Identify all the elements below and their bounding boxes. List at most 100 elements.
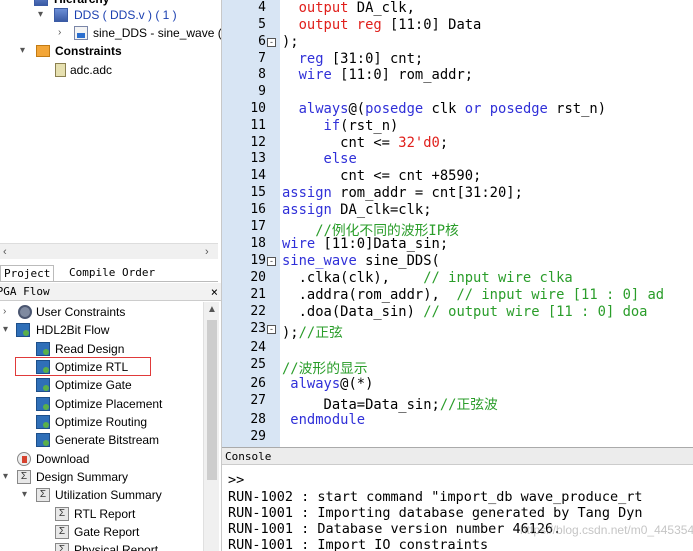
line-number: 28 (250, 412, 266, 427)
code-line-10: always@(posedge clk or posedge rst_n) (282, 101, 607, 117)
flow-item-download[interactable]: Download (0, 450, 200, 468)
flow-item-optimize-routing[interactable]: Optimize Routing (0, 413, 200, 431)
line-number: 11 (250, 118, 266, 133)
flow-step-icon (36, 397, 50, 411)
tree-item-constraints[interactable]: ▾ Constraints (0, 42, 218, 60)
chevron-right-icon[interactable]: › (58, 24, 68, 42)
flow-item-read-design[interactable]: Read Design (0, 340, 200, 358)
project-tabs: Project Compile Order (0, 262, 218, 282)
line-number: 15 (250, 185, 266, 200)
console-panel[interactable]: Console >> RUN-1002 : start command "imp… (222, 447, 693, 551)
chevron-down-icon[interactable]: ▾ (22, 486, 32, 504)
fold-collapse-icon[interactable]: - (267, 325, 276, 334)
flow-item-label: Optimize Placement (55, 397, 163, 411)
verilog-file-icon (74, 26, 88, 40)
line-number: 5 (258, 17, 266, 32)
scroll-right-icon[interactable]: › (205, 244, 209, 260)
code-line-15: assign rom_addr = cnt[31:20]; (282, 185, 523, 201)
flow-step-icon (36, 433, 50, 447)
chevron-down-icon[interactable]: ▾ (3, 468, 13, 486)
line-number: 21 (250, 287, 266, 302)
tab-project[interactable]: Project (0, 265, 55, 281)
flow-item-physical-report[interactable]: Σ Physical Report (0, 541, 200, 551)
code-line-12: cnt <= 32'd0; (282, 135, 449, 151)
flow-item-rtl-report[interactable]: Σ RTL Report (0, 505, 200, 523)
left-panel: Hierarchy ▾ DDS ( DDS.v ) ( 1 ) › sine_D… (0, 0, 222, 551)
line-number: 16 (250, 202, 266, 217)
fold-collapse-icon[interactable]: - (267, 38, 276, 47)
code-line-27: Data=Data_sin;//正弦波 (282, 397, 498, 413)
code-line-25: //波形的显示 (282, 361, 368, 377)
tree-label: sine_DDS - sine_wave ( (93, 26, 222, 40)
tree-horizontal-scrollbar[interactable]: ‹ › (0, 243, 218, 259)
flow-item-utilization-summary[interactable]: ▾ Σ Utilization Summary (0, 486, 200, 504)
tab-compile-order[interactable]: Compile Order (66, 265, 158, 281)
flow-item-design-summary[interactable]: ▾ Σ Design Summary (0, 468, 200, 486)
code-line-6: ); (282, 34, 299, 50)
line-number: 18 (250, 236, 266, 251)
scroll-left-icon[interactable]: ‹ (3, 244, 7, 260)
report-icon: Σ (55, 525, 69, 539)
chevron-down-icon[interactable]: ▾ (38, 6, 48, 24)
tree-label: Constraints (55, 44, 122, 58)
console-line: RUN-1001 : Import IO constraints (228, 537, 489, 551)
scrollbar-thumb[interactable] (207, 320, 217, 480)
flow-item-gate-report[interactable]: Σ Gate Report (0, 523, 200, 541)
chevron-down-icon[interactable]: ▾ (3, 321, 13, 339)
code-editor[interactable]: 4 5 6 7 8 9 10 11 12 13 14 15 16 17 18 1… (222, 0, 693, 447)
line-number: 24 (250, 340, 266, 355)
code-line-22: .doa(Data_sin) // output wire [11 : 0] d… (282, 304, 648, 320)
highlight-box (15, 357, 151, 376)
chevron-down-icon[interactable]: ▾ (20, 42, 30, 60)
flow-item-label: Design Summary (36, 470, 129, 484)
line-number: 20 (250, 270, 266, 285)
code-line-18: wire [11:0]Data_sin; (282, 236, 449, 252)
line-number: 25 (250, 357, 266, 372)
flow-item-optimize-placement[interactable]: Optimize Placement (0, 395, 200, 413)
flow-item-label: Physical Report (74, 543, 159, 551)
flow-step-icon (36, 415, 50, 429)
flow-item-optimize-gate[interactable]: Optimize Gate (0, 376, 200, 394)
flow-vertical-scrollbar[interactable]: ▲ (203, 302, 219, 551)
line-number: 22 (250, 304, 266, 319)
download-icon (17, 452, 31, 466)
flow-item-label: HDL2Bit Flow (36, 323, 110, 337)
code-line-14: cnt <= cnt +8590; (282, 168, 482, 184)
console-line: RUN-1002 : start command "import_db wave… (228, 489, 643, 505)
flow-item-hdl2bit[interactable]: ▾ HDL2Bit Flow (0, 321, 200, 339)
chevron-right-icon[interactable]: › (3, 303, 13, 321)
code-line-8: wire [11:0] rom_addr; (282, 67, 474, 83)
scroll-up-icon[interactable]: ▲ (207, 304, 217, 315)
line-number: 10 (250, 101, 266, 116)
constraint-file-icon (55, 63, 66, 77)
fold-collapse-icon[interactable]: - (267, 257, 276, 266)
line-number: 9 (258, 84, 266, 99)
flow-icon (16, 323, 30, 337)
module-icon (54, 8, 68, 22)
line-number: 7 (258, 51, 266, 66)
tree-item-dds-module[interactable]: ▾ DDS ( DDS.v ) ( 1 ) (0, 6, 218, 24)
flow-item-generate-bitstream[interactable]: Generate Bitstream (0, 431, 200, 449)
watermark: https://blog.csdn.net/m0_44535413 (520, 523, 693, 537)
line-number: 17 (250, 219, 266, 234)
tree-item-sine-instance[interactable]: › sine_DDS - sine_wave ( (0, 24, 221, 42)
code-line-26: always@(*) (282, 376, 374, 392)
code-line-16: assign DA_clk=clk; (282, 202, 432, 218)
tree-item-adc[interactable]: adc.adc (0, 61, 218, 79)
code-line-5: output reg [11:0] Data (282, 17, 482, 33)
fpga-flow-header: FPGA Flow × (0, 283, 221, 301)
code-line-21: .addra(rom_addr), // input wire [11 : 0]… (282, 287, 665, 303)
code-line-20: .clka(clk), // input wire clka (282, 270, 573, 286)
console-line: RUN-1001 : Importing database generated … (228, 505, 643, 521)
line-number: 27 (250, 393, 266, 408)
close-icon[interactable]: × (211, 283, 218, 301)
flow-panel-title: FPGA Flow (0, 285, 50, 298)
flow-item-label: User Constraints (36, 305, 126, 319)
line-number: 26 (250, 376, 266, 391)
tree-label: adc.adc (70, 63, 113, 77)
code-line-23: );//正弦 (282, 325, 343, 341)
gear-icon (18, 305, 32, 319)
flow-item-user-constraints[interactable]: › User Constraints (0, 303, 200, 321)
flow-item-label: Optimize Gate (55, 378, 132, 392)
console-line: >> (228, 472, 245, 488)
